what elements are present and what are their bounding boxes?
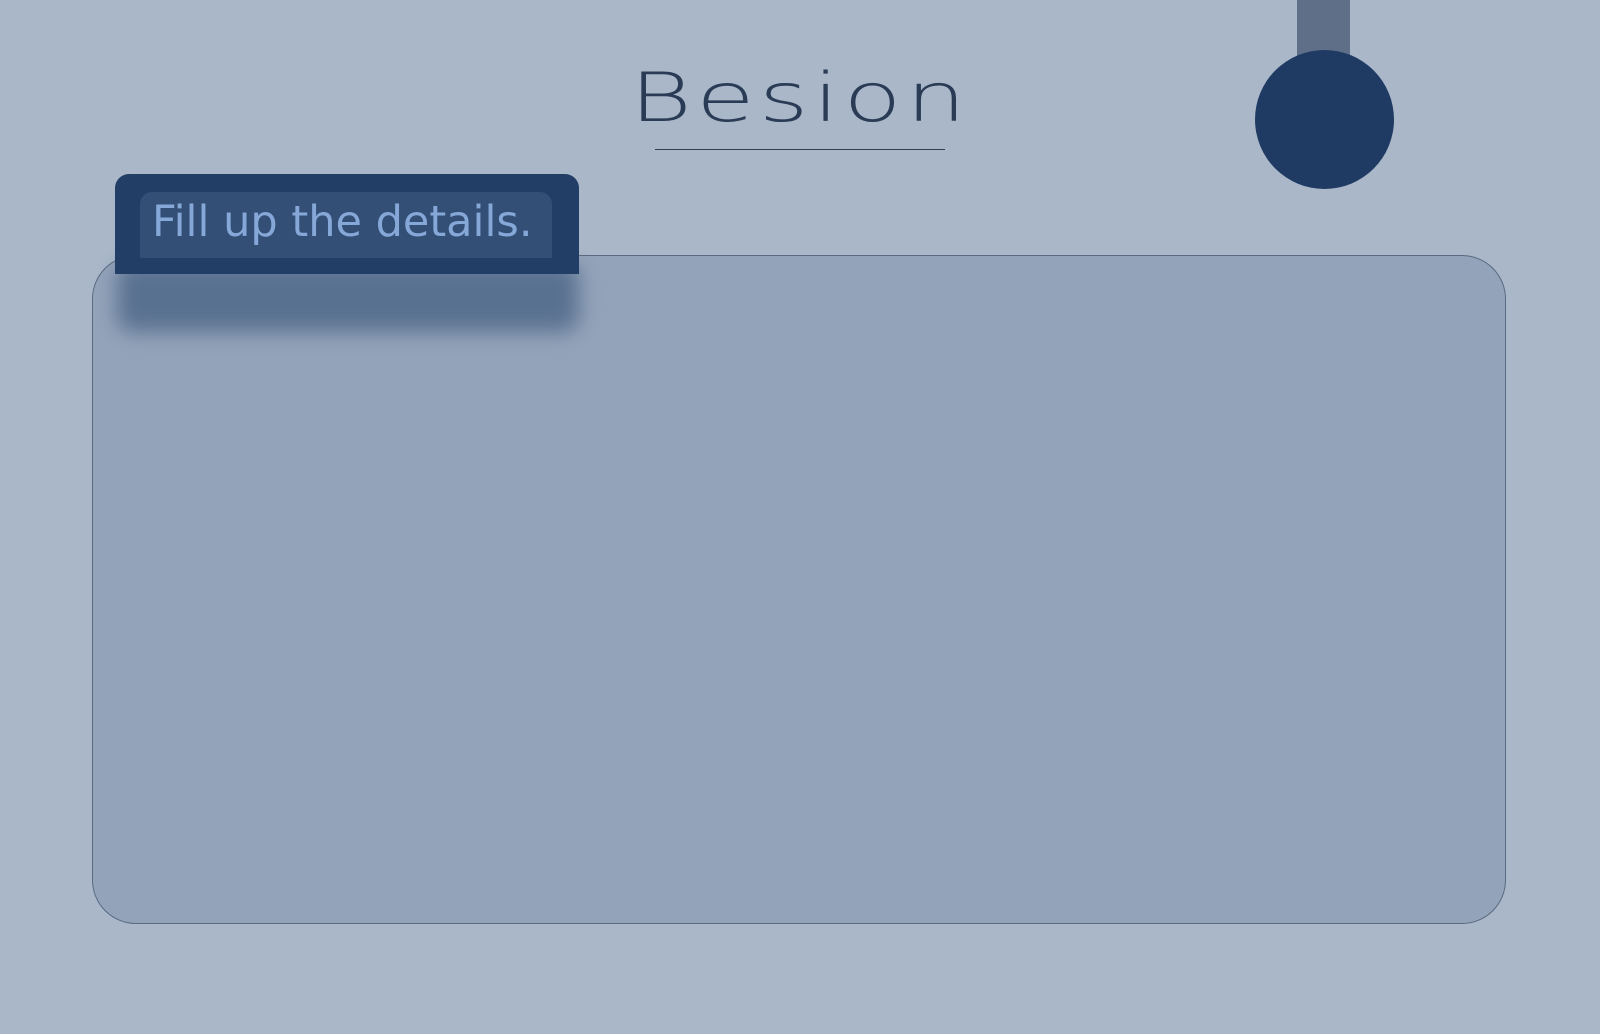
pendant-circle [1255,50,1394,189]
brand-underline [655,149,945,150]
brand-header: Besion [630,60,966,150]
brand-logo: Besion [629,59,971,138]
form-panel [92,255,1506,924]
details-tab-title: Fill up the details. [152,197,533,247]
